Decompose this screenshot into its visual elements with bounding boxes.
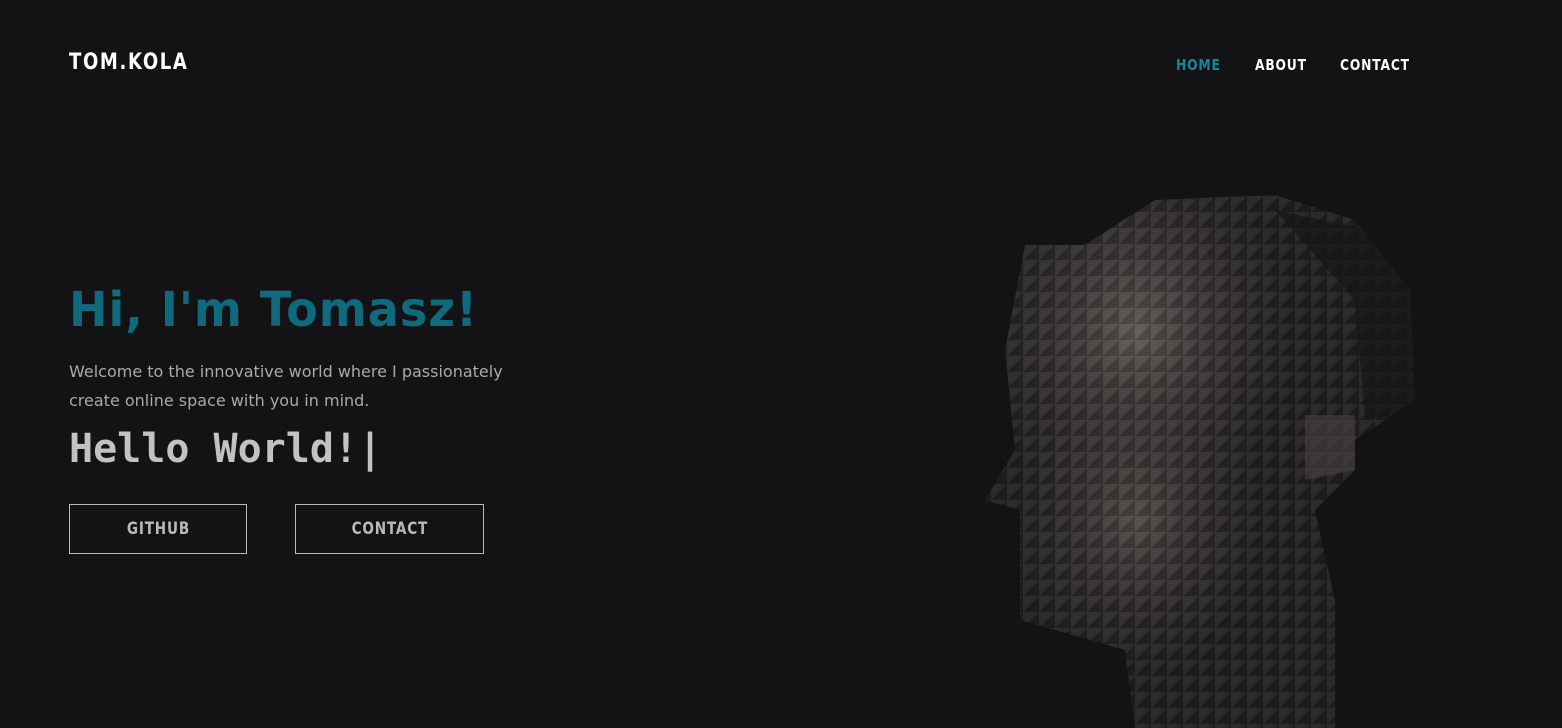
low-poly-portrait-image [985, 195, 1415, 728]
contact-button[interactable]: CONTACT [295, 504, 484, 554]
github-button-label: GITHUB [126, 519, 190, 539]
nav-about-link[interactable]: ABOUT [1255, 56, 1325, 74]
nav-home-link[interactable]: HOME [1176, 56, 1241, 74]
nav-contact-link[interactable]: CONTACT [1340, 56, 1409, 74]
typed-text: Hello World! [69, 426, 358, 472]
github-button[interactable]: GITHUB [69, 504, 247, 554]
main-nav: HOME ABOUT CONTACT [1176, 56, 1420, 74]
contact-button-label: CONTACT [351, 519, 428, 539]
hero-description: Welcome to the innovative world where I … [69, 362, 503, 410]
typing-text: Hello World!| [69, 426, 382, 472]
hero-title: Hi, I'm Tomasz! [69, 282, 478, 338]
site-logo[interactable]: TOM.KOLA [69, 50, 189, 75]
typing-cursor: | [357, 426, 383, 472]
